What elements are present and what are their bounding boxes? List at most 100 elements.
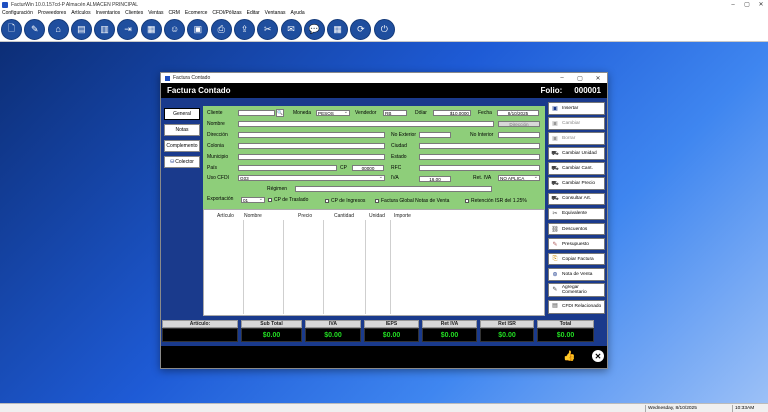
menu-proveedores[interactable]: Proveedores bbox=[38, 10, 66, 16]
cliente-input[interactable] bbox=[238, 110, 275, 116]
tab-notas[interactable]: Notas bbox=[164, 124, 200, 136]
menu-ecomerce[interactable]: Ecomerce bbox=[185, 10, 208, 16]
cambiar-precio-label: Cambiar Precio bbox=[562, 181, 596, 187]
factura-contado-window: Factura Contado – ▢ ✕ Factura Contado Fo… bbox=[160, 72, 608, 369]
edit-document-icon[interactable]: ✎ bbox=[24, 18, 46, 40]
fecha-input[interactable]: 8/10/2025 bbox=[497, 110, 539, 116]
direccion-input[interactable] bbox=[238, 132, 385, 138]
column-header-cantidad[interactable]: Cantidad bbox=[334, 213, 354, 219]
invoice-icon[interactable]: ▤ bbox=[70, 18, 92, 40]
dialog-minimize-icon[interactable]: – bbox=[553, 74, 571, 83]
column-header-precio[interactable]: Precio bbox=[298, 213, 312, 219]
insertar-label: Insertar bbox=[562, 105, 579, 111]
factura-global-checkbox[interactable] bbox=[375, 199, 379, 203]
inbox-icon[interactable]: ⎙ bbox=[210, 18, 232, 40]
iva-total-value: $0.00 bbox=[305, 328, 361, 342]
tab-complemento[interactable]: Complemento bbox=[164, 140, 200, 152]
articles-grid[interactable]: Artículo Nombre Precio Cantidad Unidad I… bbox=[203, 209, 545, 316]
presupuesto-button[interactable]: ✎ Presupuesto bbox=[548, 237, 605, 251]
municipio-input[interactable] bbox=[238, 154, 385, 160]
insertar-button[interactable]: ▣ Insertar bbox=[548, 102, 605, 115]
column-header-unidad[interactable]: Unidad bbox=[369, 213, 385, 219]
export-document-icon[interactable]: ⇥ bbox=[117, 18, 139, 40]
cp-input[interactable]: 00000 bbox=[352, 165, 384, 171]
menu-configuracion[interactable]: Configuración bbox=[2, 10, 33, 16]
cambiar-unidad-button[interactable]: ⛟ Cambiar Unidad bbox=[548, 147, 605, 160]
calculator-icon[interactable]: ▦ bbox=[327, 18, 349, 40]
copiar-factura-button[interactable]: ⎘ Copiar Factura bbox=[548, 252, 605, 266]
column-header-importe[interactable]: Importe bbox=[394, 213, 411, 219]
maximize-icon[interactable]: ▢ bbox=[740, 0, 754, 9]
user-icon[interactable]: ☺ bbox=[164, 18, 186, 40]
uso-cfdi-select[interactable]: G03 bbox=[238, 175, 385, 181]
cp-ingresos-checkbox[interactable] bbox=[325, 199, 329, 203]
menu-ventas[interactable]: Ventas bbox=[148, 10, 163, 16]
moneda-select[interactable]: PESOS bbox=[316, 110, 350, 116]
regimen-input[interactable] bbox=[295, 186, 492, 192]
nota-de-venta-button[interactable]: ⊛ Nota de Venta bbox=[548, 268, 605, 281]
iva-input[interactable]: 16.00 bbox=[419, 176, 451, 182]
upload-icon[interactable]: ⇪ bbox=[233, 18, 255, 40]
menu-clientes[interactable]: Clientes bbox=[125, 10, 143, 16]
main-toolbar: 🗋 ✎ ⌂ ▤ ▥ ⇥ ▦ ☺ ▣ ⎙ ⇪ ✂ ✉ 💬 ▦ ⟳ ⏻ bbox=[0, 17, 768, 42]
pais-input[interactable] bbox=[238, 165, 337, 171]
mail-icon[interactable]: ✉ bbox=[280, 18, 302, 40]
sales-icon[interactable]: ⌂ bbox=[47, 18, 69, 40]
menu-cfdi-polizas[interactable]: CFDI/Pólizas bbox=[212, 10, 241, 16]
note-icon: ⊛ bbox=[552, 271, 558, 278]
status-time: 10:33AM bbox=[732, 405, 768, 412]
cambiar-button[interactable]: ▣ Cambiar bbox=[548, 117, 605, 130]
direccion-button[interactable]: Dirección bbox=[498, 121, 540, 127]
consultar-art-button[interactable]: ⛟ Consultar Art. bbox=[548, 192, 605, 206]
estado-input[interactable] bbox=[419, 154, 540, 160]
cp-traslado-checkbox[interactable] bbox=[268, 198, 272, 202]
nombre-input[interactable] bbox=[238, 121, 494, 127]
document-icon[interactable]: ▥ bbox=[94, 18, 116, 40]
menu-ayuda[interactable]: Ayuda bbox=[291, 10, 305, 16]
column-header-nombre[interactable]: Nombre bbox=[244, 213, 262, 219]
chat-icon[interactable]: 💬 bbox=[303, 18, 325, 40]
vendedor-input[interactable]: RB bbox=[383, 110, 407, 116]
total-ret-iva: Ret IVA $0.00 bbox=[422, 320, 477, 342]
search-client-icon[interactable]: 🔍 bbox=[276, 109, 284, 117]
dialog-maximize-icon[interactable]: ▢ bbox=[571, 74, 589, 83]
tab-colector[interactable]: ⛁ Colector bbox=[164, 156, 200, 168]
close-dialog-icon[interactable]: ✕ bbox=[592, 350, 604, 362]
no-interior-input[interactable] bbox=[498, 132, 540, 138]
minimize-icon[interactable]: – bbox=[726, 0, 740, 9]
menu-inventarios[interactable]: Inventarios bbox=[96, 10, 120, 16]
total-articulo-value bbox=[162, 328, 238, 342]
briefcase-icon[interactable]: ▣ bbox=[187, 18, 209, 40]
cambiar-precio-button[interactable]: ⛟ Cambiar Precio bbox=[548, 177, 605, 190]
agregar-comentario-button[interactable]: ✎ Agregar Comentario bbox=[548, 283, 605, 298]
dolar-input[interactable]: $10.0000 bbox=[433, 110, 471, 116]
close-icon[interactable]: ✕ bbox=[754, 0, 768, 9]
refresh-icon[interactable]: ⟳ bbox=[350, 18, 372, 40]
delete-icon: ▣ bbox=[552, 135, 558, 142]
colonia-input[interactable] bbox=[238, 143, 385, 149]
invoice-header-title: Factura Contado bbox=[167, 86, 231, 95]
menu-editar[interactable]: Editar bbox=[247, 10, 260, 16]
borrar-button[interactable]: ▣ Borrar bbox=[548, 132, 605, 145]
cfdi-relacionado-button[interactable]: ▤ CFDI Relacionado bbox=[548, 299, 605, 314]
scissors-icon[interactable]: ✂ bbox=[257, 18, 279, 40]
no-exterior-input[interactable] bbox=[419, 132, 451, 138]
retencion-isr-checkbox[interactable] bbox=[465, 199, 469, 203]
power-icon[interactable]: ⏻ bbox=[373, 18, 395, 40]
ciudad-input[interactable] bbox=[419, 143, 540, 149]
equivalente-button[interactable]: ✂ Equivalente bbox=[548, 207, 605, 221]
column-header-articulo[interactable]: Artículo bbox=[217, 213, 234, 219]
menu-ventanas[interactable]: Ventanas bbox=[265, 10, 286, 16]
menu-articulos[interactable]: Artículos bbox=[71, 10, 90, 16]
new-document-icon[interactable]: 🗋 bbox=[1, 18, 22, 40]
rfc-input[interactable] bbox=[419, 165, 540, 171]
report-icon[interactable]: ▦ bbox=[140, 18, 162, 40]
ret-iva-select[interactable]: NO APLICA bbox=[498, 175, 540, 181]
descuentos-button[interactable]: ⛓ Descuentos bbox=[548, 222, 605, 236]
menu-crm[interactable]: CRM bbox=[169, 10, 180, 16]
cambiar-cant-button[interactable]: ⛟ Cambiar Cant. bbox=[548, 162, 605, 175]
thumbs-up-icon[interactable]: 👍 bbox=[563, 351, 575, 362]
tab-general[interactable]: General bbox=[164, 108, 200, 120]
dialog-close-icon[interactable]: ✕ bbox=[589, 74, 607, 83]
exportacion-select[interactable]: 01 bbox=[241, 197, 265, 203]
